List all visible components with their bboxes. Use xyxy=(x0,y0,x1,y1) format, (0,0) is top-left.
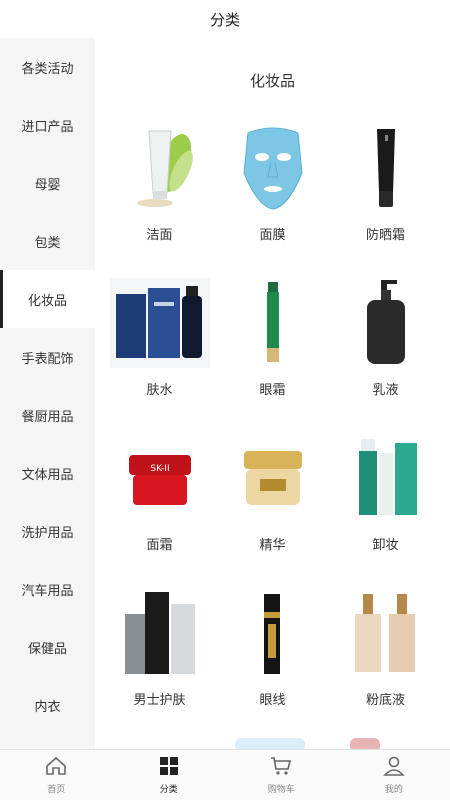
sidebar-item-watches[interactable]: 手表配饰 xyxy=(0,328,95,386)
category-grid-icon xyxy=(159,756,179,780)
product-item[interactable]: 精华 xyxy=(216,428,329,583)
category-content: 化妆品 洁面 面膜 防晒霜 肤水 眼霜 乳液 SK-II 面霜 精华 卸妆 男士… xyxy=(95,38,450,750)
eyeliner-icon xyxy=(223,583,323,683)
sidebar-item-health[interactable]: 保健品 xyxy=(0,618,95,676)
product-label: 男士护肤 xyxy=(133,693,186,708)
sidebar-item-label: 手表配饰 xyxy=(21,351,74,367)
cream-jar-icon: SK-II xyxy=(110,428,210,528)
foundation-bottle-icon xyxy=(336,583,436,683)
product-label: 洁面 xyxy=(146,228,173,243)
sidebar-item-label: 保健品 xyxy=(27,641,67,657)
tab-profile[interactable]: 我的 xyxy=(338,750,450,800)
toner-bottle-icon xyxy=(109,273,210,373)
product-item[interactable]: 洁面 xyxy=(103,118,216,273)
lotion-pump-icon xyxy=(336,273,436,373)
svg-text:SK-II: SK-II xyxy=(150,464,169,474)
product-item[interactable]: 防晒霜 xyxy=(329,118,442,273)
sidebar-item-stationery[interactable]: 文体用品 xyxy=(0,444,95,502)
product-label: 粉底液 xyxy=(365,693,405,708)
product-item[interactable]: 卸妆 xyxy=(329,428,442,583)
product-label: 卸妆 xyxy=(372,538,399,553)
section-title: 化妆品 xyxy=(249,72,295,90)
product-label: 面膜 xyxy=(259,228,286,243)
sidebar-item-bags[interactable]: 包类 xyxy=(0,212,95,270)
product-label: 眼霜 xyxy=(259,383,286,398)
sidebar-item-kitchen[interactable]: 餐厨用品 xyxy=(0,386,95,444)
sidebar-item-label: 母婴 xyxy=(34,177,61,193)
tab-label: 我的 xyxy=(384,784,403,795)
product-label: 乳液 xyxy=(372,383,399,398)
product-label: 肤水 xyxy=(146,383,173,398)
product-label: 面霜 xyxy=(146,538,173,553)
tab-category[interactable]: 分类 xyxy=(113,750,226,800)
product-item[interactable]: 乳液 xyxy=(329,273,442,428)
tab-cart[interactable]: 购物车 xyxy=(225,750,338,800)
essence-jar-icon xyxy=(223,428,323,528)
eye-cream-tube-icon xyxy=(223,273,323,373)
page-title: 分类 xyxy=(209,10,240,29)
sidebar-item-activities[interactable]: 各类活动 xyxy=(0,38,95,96)
product-item[interactable]: 粉底液 xyxy=(329,583,442,738)
sidebar-item-label: 各类活动 xyxy=(21,61,74,77)
product-label: 眼线 xyxy=(259,693,286,708)
sidebar-item-cosmetics[interactable]: 化妆品 xyxy=(0,270,95,328)
sidebar-item-label: 洗护用品 xyxy=(21,525,74,541)
tab-home[interactable]: 首页 xyxy=(0,750,113,800)
bottom-tab-bar: 首页 分类 购物车 我的 xyxy=(0,749,450,800)
product-item[interactable]: SK-II 面霜 xyxy=(103,428,216,583)
cleanser-tube-icon xyxy=(110,118,210,218)
product-item[interactable]: 肤水 xyxy=(103,273,216,428)
sidebar-item-toiletries[interactable]: 洗护用品 xyxy=(0,502,95,560)
cart-icon xyxy=(270,756,292,780)
sidebar-item-label: 内衣 xyxy=(34,699,61,715)
makeup-remover-icon xyxy=(336,428,436,528)
page-header: 分类 xyxy=(0,0,450,38)
face-mask-icon xyxy=(223,118,323,218)
tab-label: 购物车 xyxy=(267,784,295,795)
tab-label: 分类 xyxy=(159,784,178,795)
product-item[interactable]: 眼霜 xyxy=(216,273,329,428)
product-grid: 洁面 面膜 防晒霜 肤水 眼霜 乳液 SK-II 面霜 精华 卸妆 男士护肤 眼… xyxy=(103,118,442,738)
sidebar-item-label: 文体用品 xyxy=(21,467,74,483)
mens-skincare-icon xyxy=(110,583,210,683)
home-icon xyxy=(45,756,67,780)
sidebar-item-label: 进口产品 xyxy=(21,119,74,135)
product-item[interactable]: 面膜 xyxy=(216,118,329,273)
sidebar-item-label: 汽车用品 xyxy=(21,583,74,599)
product-label: 精华 xyxy=(259,538,286,553)
product-item[interactable]: 眼线 xyxy=(216,583,329,738)
product-item[interactable]: 男士护肤 xyxy=(103,583,216,738)
category-sidebar[interactable]: 各类活动 进口产品 母婴 包类 化妆品 手表配饰 餐厨用品 文体用品 洗护用品 … xyxy=(0,38,95,750)
sidebar-item-label: 化妆品 xyxy=(27,293,67,309)
user-icon xyxy=(382,756,405,780)
product-label: 防晒霜 xyxy=(365,228,405,243)
sidebar-item-label: 餐厨用品 xyxy=(21,409,74,425)
sidebar-item-label: 包类 xyxy=(34,235,61,251)
sidebar-item-auto[interactable]: 汽车用品 xyxy=(0,560,95,618)
tab-label: 首页 xyxy=(47,784,66,795)
sunscreen-tube-icon xyxy=(336,118,436,218)
sidebar-item-underwear[interactable]: 内衣 xyxy=(0,676,95,734)
sidebar-item-baby[interactable]: 母婴 xyxy=(0,154,95,212)
sidebar-item-imported[interactable]: 进口产品 xyxy=(0,96,95,154)
